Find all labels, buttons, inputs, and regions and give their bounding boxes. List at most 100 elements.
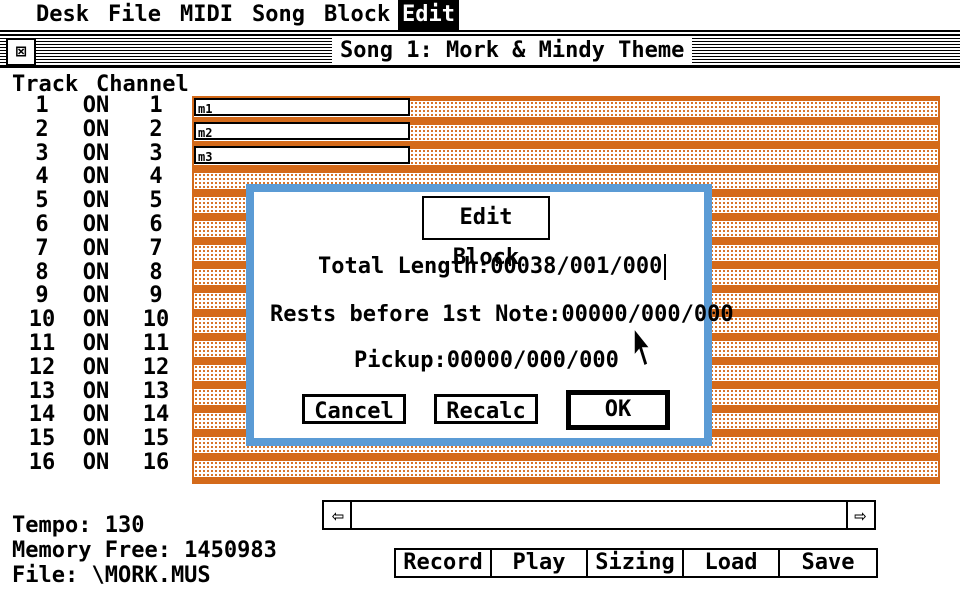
track-number: 1 [35,93,49,118]
menu-block[interactable]: Block [320,0,394,30]
track-lane[interactable] [194,461,938,477]
song-block[interactable]: m1 [194,98,410,116]
total-length-label: Total Length: [318,254,491,279]
recalc-button[interactable]: Recalc [434,394,538,424]
rests-label: Rests before 1st Note: [270,302,562,327]
track-number: 10 [28,307,56,333]
track-row[interactable]: 1 ON 1 [0,94,190,118]
track-channel[interactable]: 1 [132,94,180,118]
play-button[interactable]: Play [492,550,588,576]
track-row[interactable]: 5 ON 5 [0,189,190,213]
menu-bar: Desk File MIDI Song Block Edit [0,0,960,32]
track-number: 15 [28,426,56,452]
track-state[interactable]: ON [76,165,116,189]
track-channel[interactable]: 12 [132,355,180,380]
record-button[interactable]: Record [396,550,492,576]
window-title: Song 1: Mork & Mindy Theme [332,38,693,64]
track-channel[interactable]: 4 [132,165,180,189]
track-state[interactable]: ON [76,451,116,475]
track-row[interactable]: 6 ON 6 [0,213,190,237]
track-number: 4 [35,164,49,190]
track-channel[interactable]: 7 [132,236,180,261]
scroll-left-icon[interactable]: ⇦ [326,502,352,528]
track-channel[interactable]: 2 [132,117,180,142]
pickup-label: Pickup: [354,348,447,373]
track-number: 5 [35,188,49,214]
track-number: 2 [35,116,49,142]
track-row[interactable]: 11 ON 11 [0,332,190,356]
rests-field[interactable]: 00000/000/000 [561,302,733,327]
sizing-button[interactable]: Sizing [588,550,684,576]
track-channel[interactable]: 9 [132,284,180,308]
track-row[interactable]: 13 ON 13 [0,379,190,404]
track-state[interactable]: ON [76,189,116,213]
track-state[interactable]: ON [76,332,116,356]
track-channel[interactable]: 16 [132,451,180,475]
song-block[interactable]: m2 [194,122,410,140]
track-row[interactable]: 8 ON 8 [0,259,190,285]
scroll-right-icon[interactable]: ⇨ [846,502,872,528]
track-state[interactable]: ON [76,403,116,427]
menu-desk[interactable]: Desk [32,0,93,30]
cancel-button[interactable]: Cancel [302,394,406,424]
load-button[interactable]: Load [684,550,780,576]
menu-edit[interactable]: Edit [398,0,459,30]
track-channel[interactable]: 14 [132,403,180,427]
track-row[interactable]: 16 ON 16 [0,451,190,475]
song-block[interactable]: m3 [194,146,410,164]
ok-button[interactable]: OK [566,390,670,430]
track-state[interactable]: ON [76,308,116,332]
total-length-row: Total Length:00038/001/000 [318,252,667,282]
track-row[interactable]: 9 ON 9 [0,284,190,308]
total-length-field[interactable]: 00038/001/000 [490,254,662,279]
track-number: 8 [35,259,49,285]
track-state[interactable]: ON [76,213,116,237]
track-state[interactable]: ON [76,141,116,166]
track-state[interactable]: ON [76,379,116,404]
track-number: 7 [35,235,49,261]
track-number: 12 [28,354,56,380]
track-row[interactable]: 15 ON 15 [0,427,190,451]
memory-readout: Memory Free: 1450983 [12,538,277,563]
track-channel[interactable]: 5 [132,189,180,213]
pickup-field[interactable]: 00000/000/000 [447,348,619,373]
rests-row: Rests before 1st Note:00000/000/000 [270,300,734,330]
menu-file[interactable]: File [104,0,165,30]
track-state[interactable]: ON [76,94,116,118]
track-state[interactable]: ON [76,117,116,142]
track-row[interactable]: 12 ON 12 [0,354,190,380]
save-button[interactable]: Save [780,550,876,576]
track-row[interactable]: 3 ON 3 [0,141,190,166]
track-channel[interactable]: 13 [132,379,180,404]
pickup-row: Pickup:00000/000/000 [354,346,619,376]
track-state[interactable]: ON [76,284,116,308]
track-state[interactable]: ON [76,427,116,451]
track-row[interactable]: 7 ON 7 [0,235,190,261]
menu-song[interactable]: Song [248,0,309,30]
track-number: 9 [35,283,49,309]
track-row[interactable]: 2 ON 2 [0,116,190,142]
track-row[interactable]: 4 ON 4 [0,165,190,189]
track-state[interactable]: ON [76,260,116,285]
text-caret [664,254,667,280]
track-row[interactable]: 14 ON 14 [0,403,190,427]
track-channel[interactable]: 15 [132,427,180,451]
menu-midi[interactable]: MIDI [176,0,237,30]
track-channel[interactable]: 3 [132,141,180,166]
dialog-title: Edit Block [420,194,552,270]
track-state[interactable]: ON [76,236,116,261]
track-number: 11 [28,331,56,356]
track-state[interactable]: ON [76,355,116,380]
mouse-pointer-icon [633,326,652,368]
track-number: 6 [35,212,49,237]
track-number: 14 [28,402,56,428]
track-channel[interactable]: 10 [132,308,180,332]
track-channel[interactable]: 11 [132,332,180,356]
track-row[interactable]: 10 ON 10 [0,308,190,332]
track-channel[interactable]: 8 [132,260,180,285]
horizontal-scrollbar[interactable]: ⇦ ⇨ [322,500,876,530]
track-channel[interactable]: 6 [132,213,180,237]
track-number: 16 [28,450,56,475]
window-title-bar[interactable]: ⊠ Song 1: Mork & Mindy Theme [0,34,960,68]
close-icon[interactable]: ⊠ [6,38,36,66]
